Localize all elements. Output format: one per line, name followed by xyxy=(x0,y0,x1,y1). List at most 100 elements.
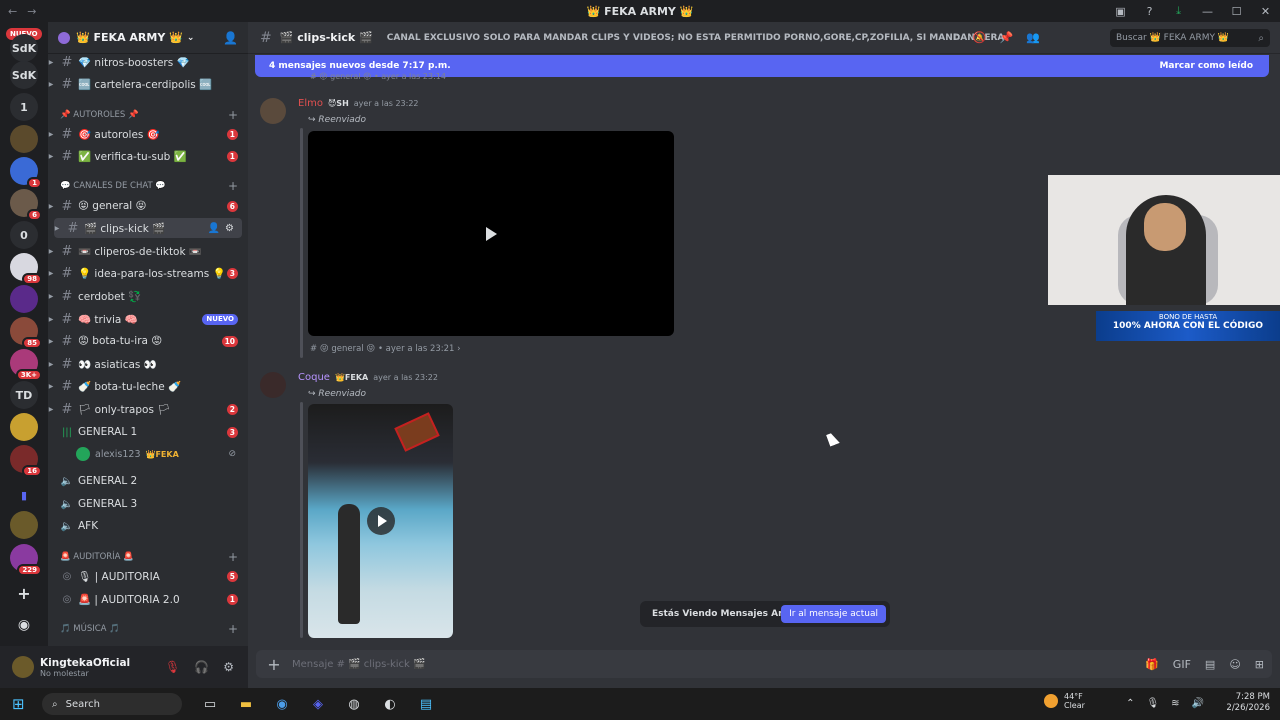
attach-icon[interactable]: + xyxy=(256,655,292,674)
server-icon[interactable]: SdK xyxy=(10,61,38,89)
server-icon[interactable] xyxy=(10,125,38,153)
channel-item[interactable]: ▶ # 📼 cliperos-de-tiktok 📼 xyxy=(48,241,248,261)
weather-widget[interactable]: 44°F Clear xyxy=(1044,692,1085,710)
voice-channel-item[interactable]: 🔈 GENERAL 3 xyxy=(48,494,248,514)
jump-to-present-button[interactable]: Ir al mensaje actual xyxy=(781,605,886,623)
voice-channel-item[interactable]: ||| GENERAL 13 xyxy=(48,422,248,442)
video-player[interactable] xyxy=(308,404,453,638)
discord-icon[interactable]: ◈ xyxy=(308,697,328,712)
channel-item[interactable]: ▶ # 💎 nitros-boosters 💎 xyxy=(48,52,248,72)
server-icon[interactable]: 6 xyxy=(10,189,42,221)
close-icon[interactable]: ✕ xyxy=(1251,5,1280,18)
category-header[interactable]: 🎵 MÚSICA 🎵 + xyxy=(48,620,248,638)
message-origin[interactable]: # 😝 general 😝 • ayer a las 23:21 › xyxy=(310,344,461,354)
notepad-icon[interactable]: ▤ xyxy=(416,697,436,712)
mic-icon[interactable]: 🎙 xyxy=(1146,698,1159,709)
pin-icon[interactable]: 📌 xyxy=(1000,31,1014,45)
sticker-icon[interactable]: ▤ xyxy=(1205,658,1215,671)
server-icon[interactable]: TD xyxy=(10,381,38,409)
video-player[interactable] xyxy=(308,131,674,336)
stage-channel-item[interactable]: ◎ 🎙 | AUDITORIA 5 xyxy=(48,566,248,586)
username[interactable]: KingtekaOficial xyxy=(40,657,130,669)
author-name[interactable]: Elmo xyxy=(298,98,323,109)
mic-muted-icon[interactable]: 🎙 xyxy=(165,660,180,674)
category-header[interactable]: 📌 AUTOROLES 📌 + xyxy=(48,106,248,124)
category-header[interactable]: 🚨 AUDITORÍA 🚨 + xyxy=(48,548,248,566)
category-header[interactable]: 💬 CANALES DE CHAT 💬 + xyxy=(48,177,248,195)
avatar[interactable] xyxy=(12,656,34,678)
steam-icon[interactable]: ◐ xyxy=(380,697,400,712)
server-icon[interactable]: 1 xyxy=(10,157,42,189)
server-icon[interactable] xyxy=(10,511,38,539)
gif-icon[interactable]: GIF xyxy=(1173,658,1191,671)
channel-item[interactable]: ▶ # 😡 bota-tu-ira 😡 10 xyxy=(48,331,248,351)
mark-read-button[interactable]: Marcar como leído xyxy=(1159,61,1253,71)
server-icon[interactable]: SdK xyxy=(10,34,38,62)
message-input[interactable]: Mensaje # 🎬 clips-kick 🎬 xyxy=(292,659,425,670)
folder-icon[interactable]: ▮ xyxy=(10,481,38,509)
server-icon[interactable] xyxy=(10,413,38,441)
avatar[interactable] xyxy=(260,372,286,398)
channel-item[interactable]: ▶ # 🏳 only-trapos 🏳 2 xyxy=(48,399,248,419)
voice-channel-item[interactable]: 🔈 GENERAL 2 xyxy=(48,471,248,491)
invite-icon[interactable]: 👤 xyxy=(223,31,238,45)
voice-user[interactable]: alexis123 👑FEKA ⊘ xyxy=(76,445,246,463)
search-input[interactable]: Buscar 👑 FEKA ARMY 👑 ⌕ xyxy=(1110,29,1270,47)
gear-icon[interactable]: ⚙ xyxy=(223,660,234,674)
headphones-muted-icon[interactable]: 🎧 xyxy=(194,660,209,674)
gift-icon[interactable]: 🎁 xyxy=(1145,658,1159,671)
server-icon[interactable]: 98 xyxy=(10,253,42,285)
windows-start-icon[interactable]: ⊞ xyxy=(12,695,32,713)
task-view-icon[interactable]: ▭ xyxy=(200,697,220,712)
taskbar-search[interactable]: ⌕ Search xyxy=(42,693,182,715)
apps-icon[interactable]: ⊞ xyxy=(1255,658,1264,671)
channel-item[interactable]: ▶ # 🍼 bota-tu-leche 🍼 xyxy=(48,376,248,396)
channel-item[interactable]: ▶ # 💡 idea-para-los-streams 💡 3 xyxy=(48,263,248,283)
channel-item[interactable]: ▶ # 🧠 trivia 🧠 NUEVO xyxy=(48,309,248,329)
clock[interactable]: 7:28 PM 2/26/2026 xyxy=(1226,692,1270,714)
channel-item[interactable]: ▶ # 😝 general 😝 6 xyxy=(48,196,248,216)
emoji-icon[interactable]: ☺ xyxy=(1229,658,1240,671)
server-icon[interactable]: 1 xyxy=(10,93,38,121)
channel-item[interactable]: ▶ # ✅ verifica-tu-sub ✅ 1 xyxy=(48,146,248,166)
server-icon[interactable]: 3K+ xyxy=(10,349,42,381)
wifi-icon[interactable]: ≋ xyxy=(1171,698,1179,709)
avatar[interactable] xyxy=(260,98,286,124)
forwarded-label: ↪ Reenviado xyxy=(308,389,366,399)
chrome-icon[interactable]: ◉ xyxy=(272,697,292,712)
threads-icon[interactable]: ⌗ xyxy=(954,31,960,45)
voice-channel-item[interactable]: 🔈 AFK xyxy=(48,516,248,536)
channel-item[interactable]: ▶ # 🆒 cartelera-cerdipolis 🆒 xyxy=(48,74,248,94)
author-name[interactable]: Coque xyxy=(298,372,330,383)
play-button[interactable] xyxy=(366,507,395,535)
download-icon[interactable]: ⤓ xyxy=(1164,4,1193,18)
forward-line xyxy=(300,402,303,638)
channel-item-selected[interactable]: ▶ # 🎬 clips-kick 🎬 👤 ⚙ xyxy=(54,218,242,238)
help-icon[interactable]: ? xyxy=(1135,5,1164,18)
app-icon[interactable]: ◍ xyxy=(344,697,364,712)
role-tag: 👑FEKA xyxy=(334,373,369,382)
maximize-icon[interactable]: ☐ xyxy=(1222,5,1251,18)
server-icon[interactable]: 85 xyxy=(10,317,42,349)
minimize-icon[interactable]: — xyxy=(1193,5,1222,18)
add-server-icon[interactable]: + xyxy=(10,579,38,607)
stage-channel-item[interactable]: ◎ 🚨 | AUDITORIA 2.0 1 xyxy=(48,589,248,609)
inbox-icon[interactable]: ▣ xyxy=(1106,5,1135,18)
members-icon[interactable]: 👥 xyxy=(1026,31,1040,45)
discover-icon[interactable]: ◉ xyxy=(10,611,38,639)
server-icon[interactable]: 16 xyxy=(10,445,42,477)
server-icon[interactable]: 0 xyxy=(10,221,38,249)
channel-item[interactable]: ▶ # cerdobet 💱 xyxy=(48,286,248,306)
channel-item[interactable]: ▶ # 👀 asiaticas 👀 xyxy=(48,354,248,374)
notifications-muted-icon[interactable]: 🔕 xyxy=(973,31,987,45)
channel-item[interactable]: ▶ # 🎯 autoroles 🎯 1 xyxy=(48,124,248,144)
channel-title: 🎬 clips-kick 🎬 xyxy=(279,31,373,44)
channel-topic[interactable]: CANAL EXCLUSIVO SOLO PARA MANDAR CLIPS Y… xyxy=(387,33,1007,43)
server-header[interactable]: 👑 FEKA ARMY 👑 ⌄ 👤 xyxy=(48,22,248,54)
chevron-up-icon[interactable]: ⌃ xyxy=(1126,698,1134,709)
message-composer[interactable]: + Mensaje # 🎬 clips-kick 🎬 🎁 GIF ▤ ☺ ⊞ xyxy=(256,650,1272,678)
server-icon[interactable] xyxy=(10,285,38,313)
server-icon[interactable]: 229 xyxy=(10,544,42,576)
volume-icon[interactable]: 🔊 xyxy=(1192,698,1204,709)
file-explorer-icon[interactable]: ▬ xyxy=(236,697,256,712)
